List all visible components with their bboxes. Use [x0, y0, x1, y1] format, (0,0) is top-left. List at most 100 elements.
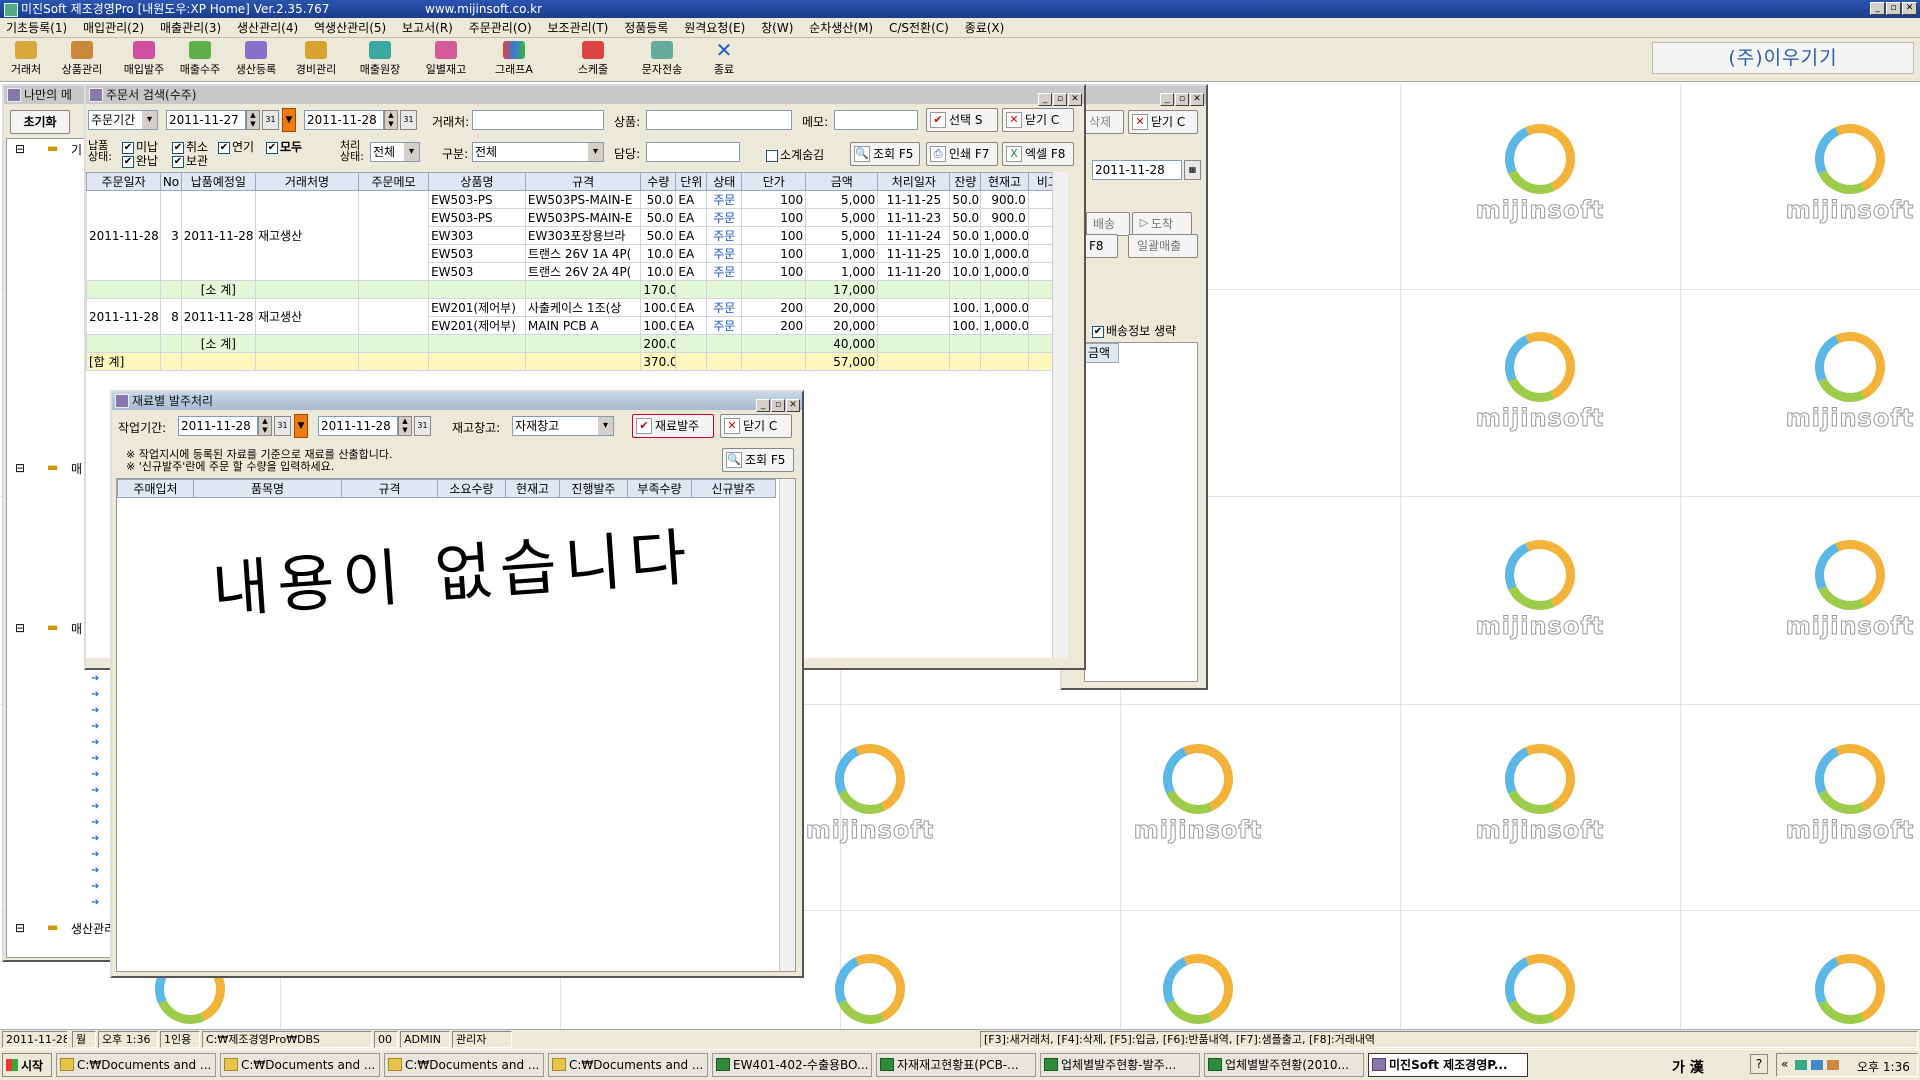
product-input[interactable]	[646, 110, 792, 130]
taskbar-item[interactable]: C:₩Documents and ...	[384, 1053, 544, 1077]
tree-toggle[interactable]: ⊟	[15, 142, 25, 156]
calendar-icon[interactable]: 31	[400, 110, 417, 130]
bulk-sales-button[interactable]: 일괄매출	[1128, 234, 1198, 258]
material-order-button[interactable]: ✔ 재료발주	[632, 414, 714, 438]
f8-button[interactable]: F8	[1084, 234, 1118, 258]
taskbar-item[interactable]: C:₩Documents and ...	[56, 1053, 216, 1077]
menu-item[interactable]: 주문관리(O)	[469, 21, 532, 35]
hide-subtotal-checkbox[interactable]: 소계숨김	[766, 146, 824, 163]
date-from-spinner[interactable]: ▲ ▼	[246, 110, 260, 130]
date-field[interactable]: 2011-11-28	[1092, 160, 1182, 180]
arrive-button[interactable]: ▷ 도착	[1132, 212, 1192, 236]
calendar-icon[interactable]: 31	[414, 416, 431, 436]
tree-group[interactable]: 생산관리	[71, 920, 115, 937]
col-process-date[interactable]: 처리일자	[877, 172, 951, 191]
print-button[interactable]: ⎙ 인쇄 F7	[926, 142, 998, 166]
minimize-button[interactable]: _	[756, 399, 770, 412]
col-qty[interactable]: 수량	[640, 172, 677, 191]
date-to-spinner[interactable]: ▲ ▼	[384, 110, 398, 130]
menu-item[interactable]: 순차생산(M)	[809, 21, 873, 35]
col-supplier[interactable]: 주매입처	[117, 479, 194, 498]
minimize-button[interactable]: _	[1870, 2, 1885, 15]
excel-button[interactable]: X 엑셀 F8	[1002, 142, 1074, 166]
col-pending-order[interactable]: 진행발주	[559, 479, 628, 498]
select-button[interactable]: ✔ 선택 S	[926, 108, 998, 132]
tray-expand-icon[interactable]: «	[1781, 1057, 1788, 1071]
maximize-button[interactable]: ▫	[1053, 93, 1067, 106]
col-amount[interactable]: 금액	[805, 172, 879, 191]
product-tool-button[interactable]: 상품관리	[56, 40, 108, 78]
date-range-marker[interactable]: ▼	[282, 108, 296, 132]
col-new-order[interactable]: 신규발주	[691, 479, 776, 498]
menu-item[interactable]: 정품등록	[624, 21, 668, 35]
col-required-qty[interactable]: 소요수량	[437, 479, 506, 498]
taskbar-item[interactable]: 업체별발주현황-발주...	[1040, 1053, 1200, 1077]
taskbar-item-active[interactable]: 미진Soft 제조경영P...	[1368, 1053, 1528, 1077]
tray-app-icon[interactable]	[1827, 1060, 1839, 1070]
network-icon[interactable]	[1795, 1060, 1807, 1070]
calendar-icon[interactable]: ▦	[1184, 160, 1201, 180]
menu-item[interactable]: 매출관리(3)	[160, 21, 221, 35]
close-c-button[interactable]: ✕ 닫기 C	[1128, 110, 1198, 134]
calendar-icon[interactable]: 31	[274, 416, 291, 436]
sms-tool-button[interactable]: 문자전송	[636, 40, 688, 78]
col-shortage[interactable]: 부족수량	[627, 479, 692, 498]
delay-checkbox[interactable]: ✔ 연기	[218, 138, 254, 155]
menu-item[interactable]: 원격요청(E)	[684, 21, 745, 35]
delete-button[interactable]: 삭제	[1084, 110, 1124, 134]
close-button[interactable]: ✕	[786, 399, 800, 412]
sales-ledger-tool-button[interactable]: 매출원장	[354, 40, 406, 78]
tree-toggle[interactable]: ⊟	[15, 461, 25, 475]
col-stock[interactable]: 현재고	[505, 479, 560, 498]
keep-checkbox[interactable]: ✔ 보관	[172, 152, 208, 169]
minimize-button[interactable]: _	[1038, 93, 1052, 106]
table-row[interactable]: 2011-11-28 3 2011-11-28 재고생산 EW503-PS EW5…	[86, 190, 1068, 281]
menu-item[interactable]: 매입관리(2)	[83, 21, 144, 35]
process-status-select[interactable]: 전체	[370, 142, 420, 162]
taskbar-item[interactable]: 업체별발주현황(2010...	[1204, 1053, 1364, 1077]
minimize-button[interactable]: _	[1160, 93, 1174, 106]
manager-input[interactable]	[646, 142, 740, 162]
help-icon[interactable]: ?	[1750, 1054, 1768, 1074]
col-status[interactable]: 상태	[706, 172, 743, 191]
col-spec[interactable]: 규격	[524, 172, 642, 191]
search-button[interactable]: 🔍 조회 F5	[722, 448, 794, 472]
date-to-field[interactable]: 2011-11-28	[304, 110, 384, 130]
menu-item[interactable]: 종료(X)	[965, 21, 1005, 35]
date-range-marker[interactable]: ▼	[294, 414, 308, 438]
col-client[interactable]: 거래처명	[254, 172, 360, 191]
col-remain[interactable]: 잔량	[949, 172, 982, 191]
menu-item[interactable]: 생산관리(4)	[237, 21, 298, 35]
maximize-button[interactable]: ▫	[1175, 93, 1189, 106]
menu-item[interactable]: 기초등록(1)	[6, 21, 67, 35]
close-button[interactable]: ✕	[1068, 93, 1082, 106]
col-due-date[interactable]: 납품예정일	[180, 172, 256, 191]
client-input[interactable]	[472, 110, 604, 130]
tree-group[interactable]: 기	[71, 141, 82, 158]
taskbar-item[interactable]: C:₩Documents and ...	[548, 1053, 708, 1077]
menu-item[interactable]: 보고서(R)	[402, 21, 453, 35]
menu-item[interactable]: 역생산관리(5)	[314, 21, 386, 35]
col-no[interactable]: No	[160, 172, 182, 191]
all-checkbox[interactable]: ✔ 모두	[266, 138, 302, 155]
start-button[interactable]: 시작	[2, 1053, 52, 1077]
vertical-scrollbar[interactable]	[779, 479, 795, 971]
table-row[interactable]: 2011-11-28 8 2011-11-28 재고생산 EW201(제어부) 사…	[86, 298, 1068, 335]
tree-group[interactable]: 매	[71, 460, 82, 477]
vertical-scrollbar[interactable]	[1052, 172, 1068, 658]
col-memo[interactable]: 주문메모	[357, 172, 430, 191]
warehouse-select[interactable]: 자재창고	[512, 416, 614, 436]
taskbar-item[interactable]: 자재재고현황표(PCB-...	[876, 1053, 1036, 1077]
skip-shipping-checkbox[interactable]: ✔ 배송정보 생략	[1092, 322, 1176, 339]
calendar-icon[interactable]: 31	[262, 110, 279, 130]
col-spec[interactable]: 규격	[341, 479, 438, 498]
close-c-button[interactable]: ✕ 닫기 C	[1002, 108, 1074, 132]
paid-checkbox[interactable]: ✔ 완납	[122, 152, 158, 169]
close-c-button[interactable]: ✕ 닫기 C	[720, 414, 792, 438]
menu-item[interactable]: 창(W)	[761, 21, 793, 35]
ship-button[interactable]: 배송	[1086, 212, 1130, 236]
col-unit[interactable]: 단위	[675, 172, 708, 191]
production-tool-button[interactable]: 생산등록	[230, 40, 282, 78]
client-tool-button[interactable]: 거래처	[4, 40, 48, 78]
ime-indicator[interactable]: 가 漢	[1672, 1057, 1704, 1077]
